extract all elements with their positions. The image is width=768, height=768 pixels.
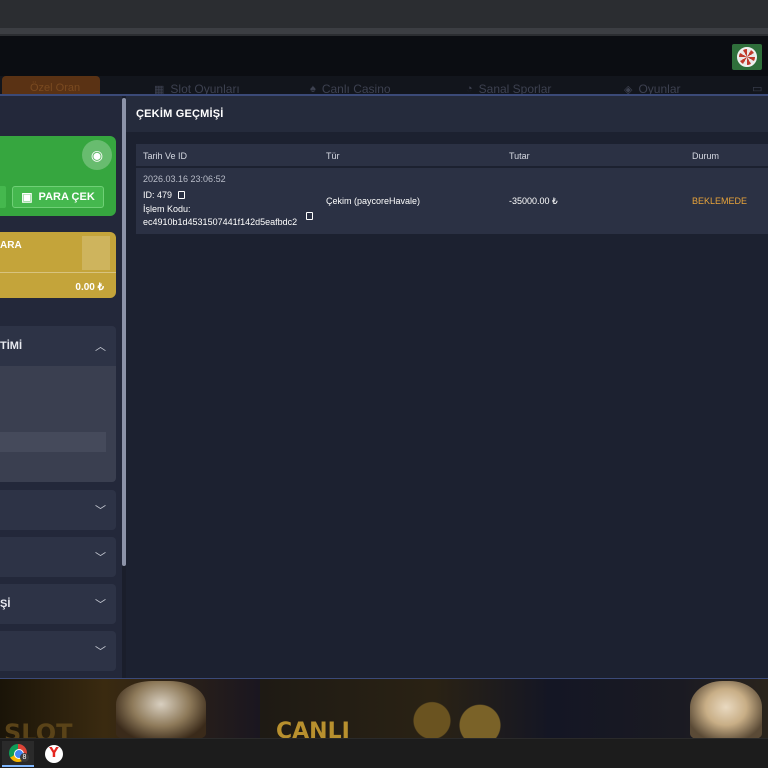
withdraw-button-label: PARA ÇEK — [38, 191, 95, 203]
accordion-section-4[interactable]: Şİ ﹀ — [0, 584, 116, 624]
promo-banner: SLOT CANLI — [0, 678, 768, 738]
accordion-label: Şİ — [0, 598, 11, 610]
slot-promo-text: SLOT — [4, 719, 73, 738]
nav-item-canli-casino[interactable]: ♠ Canlı Casino — [310, 82, 391, 96]
gift-icon — [82, 236, 110, 270]
row-id: ID: 479 — [143, 190, 186, 200]
dealer-image — [690, 681, 762, 738]
cards-icon: ♠ — [310, 83, 316, 95]
browser-toolbar-strip — [0, 28, 768, 34]
column-header-date: Tarih Ve ID — [143, 151, 188, 161]
row-islem-kodu: ec4910b1d4531507441f142d5eafbdc2 — [143, 217, 298, 227]
taskbar-chrome[interactable]: 8 — [2, 741, 34, 767]
row-amount: -35000.00 ₺ — [509, 196, 558, 206]
chevron-down-icon: ﹀ — [95, 646, 106, 658]
chrome-window-count-badge: 8 — [20, 753, 29, 762]
nav-item-label: Sanal Sporlar — [478, 82, 552, 96]
taskbar-yandex[interactable]: Y — [38, 741, 70, 767]
page-title: ÇEKİM GEÇMİŞİ — [136, 108, 224, 120]
nav-item-slot-oyunlari[interactable]: ▦ Slot Oyunları — [154, 82, 240, 96]
fortune-wheel-icon — [737, 47, 757, 67]
withdrawal-history-panel: ÇEKİM GEÇMİŞİ Tarih Ve ID Tür Tutar Duru… — [126, 96, 768, 678]
casino-promo[interactable]: CANLI — [260, 679, 550, 738]
status-badge: BEKLEMEDE — [692, 196, 748, 206]
chevron-down-icon: ﹀ — [95, 505, 106, 517]
panel-header: ÇEKİM GEÇMİŞİ — [126, 96, 768, 132]
chevron-up-icon: ︿ — [95, 341, 106, 353]
nav-item-more[interactable]: ▭ — [752, 82, 763, 95]
nav-item-label: Özel Oran — [30, 82, 81, 94]
yandex-browser-icon: Y — [45, 745, 63, 763]
withdraw-button[interactable]: ▣ PARA ÇEK — [12, 186, 104, 208]
column-header-status: Durum — [692, 151, 720, 161]
accordion-menu-item[interactable] — [0, 432, 106, 452]
nav-item-label: Canlı Casino — [321, 82, 391, 96]
nav-item-oyunlar[interactable]: ◈ Oyunlar — [624, 82, 681, 96]
accordion-label: TİMİ — [0, 340, 22, 352]
accordion-account-settings[interactable]: TİMİ ︿ — [0, 326, 116, 366]
os-taskbar: 8 Y — [0, 738, 768, 768]
table-row: 2026.03.16 23:06:52 ID: 479 İşlem Kodu: … — [136, 168, 768, 234]
row-type: Çekim (paycoreHavale) — [326, 196, 421, 206]
bonus-amount: 0.00 ₺ — [75, 282, 104, 293]
deposit-button[interactable] — [0, 186, 6, 208]
main-nav: Özel Oran ▦ Slot Oyunları ♠ Canlı Casino… — [0, 76, 768, 96]
accordion-body — [0, 366, 116, 482]
tv-icon: ▭ — [752, 83, 763, 95]
dealer-promo[interactable] — [550, 679, 768, 738]
nav-item-ozel-oran[interactable]: Özel Oran — [2, 76, 100, 94]
slot-promo[interactable]: SLOT — [0, 679, 260, 738]
row-date: 2026.03.16 23:06:52 — [143, 174, 226, 184]
column-header-amount: Tutar — [509, 151, 530, 161]
screen: Özel Oran ▦ Slot Oyunları ♠ Canlı Casino… — [0, 0, 768, 768]
show-balance-eye-icon[interactable]: ◉ — [82, 140, 112, 170]
zeus-character-image — [116, 681, 206, 738]
spin-icon: ◔ — [466, 83, 473, 95]
bonus-balance-card: ARA 0.00 ₺ — [0, 232, 116, 298]
balance-card: ◉ ▣ PARA ÇEK — [0, 136, 116, 216]
chevron-down-icon: ﹀ — [95, 599, 106, 611]
nav-item-label: Oyunlar — [638, 82, 681, 96]
grid-icon: ▦ — [154, 83, 165, 96]
browser-chrome-top — [0, 0, 768, 36]
divider — [0, 272, 116, 273]
withdraw-icon: ▣ — [21, 190, 33, 204]
accordion-section-5[interactable]: ﹀ — [0, 631, 116, 671]
nav-item-sanal-sporlar[interactable]: ◔ Sanal Sporlar — [466, 82, 552, 96]
bonus-card-title: ARA — [0, 240, 22, 251]
table-header: Tarih Ve ID Tür Tutar Durum — [136, 144, 768, 166]
canli-promo-text: CANLI — [276, 719, 350, 738]
row-id-text: ID: 479 — [143, 190, 173, 200]
column-header-type: Tür — [326, 151, 340, 161]
copy-transaction-code-icon[interactable] — [306, 212, 313, 220]
nav-item-label: Slot Oyunları — [170, 82, 240, 96]
site-header — [0, 36, 768, 76]
copy-id-icon[interactable] — [178, 191, 186, 199]
wheel-of-fortune-button[interactable] — [732, 44, 762, 70]
row-islem-label: İşlem Kodu: — [143, 204, 191, 214]
accordion-section-2[interactable]: ﹀ — [0, 490, 116, 530]
gamepad-icon: ◈ — [624, 83, 633, 96]
casino-chips-image — [396, 693, 516, 738]
accordion-section-3[interactable]: ﹀ — [0, 537, 116, 577]
chevron-down-icon: ﹀ — [95, 552, 106, 564]
